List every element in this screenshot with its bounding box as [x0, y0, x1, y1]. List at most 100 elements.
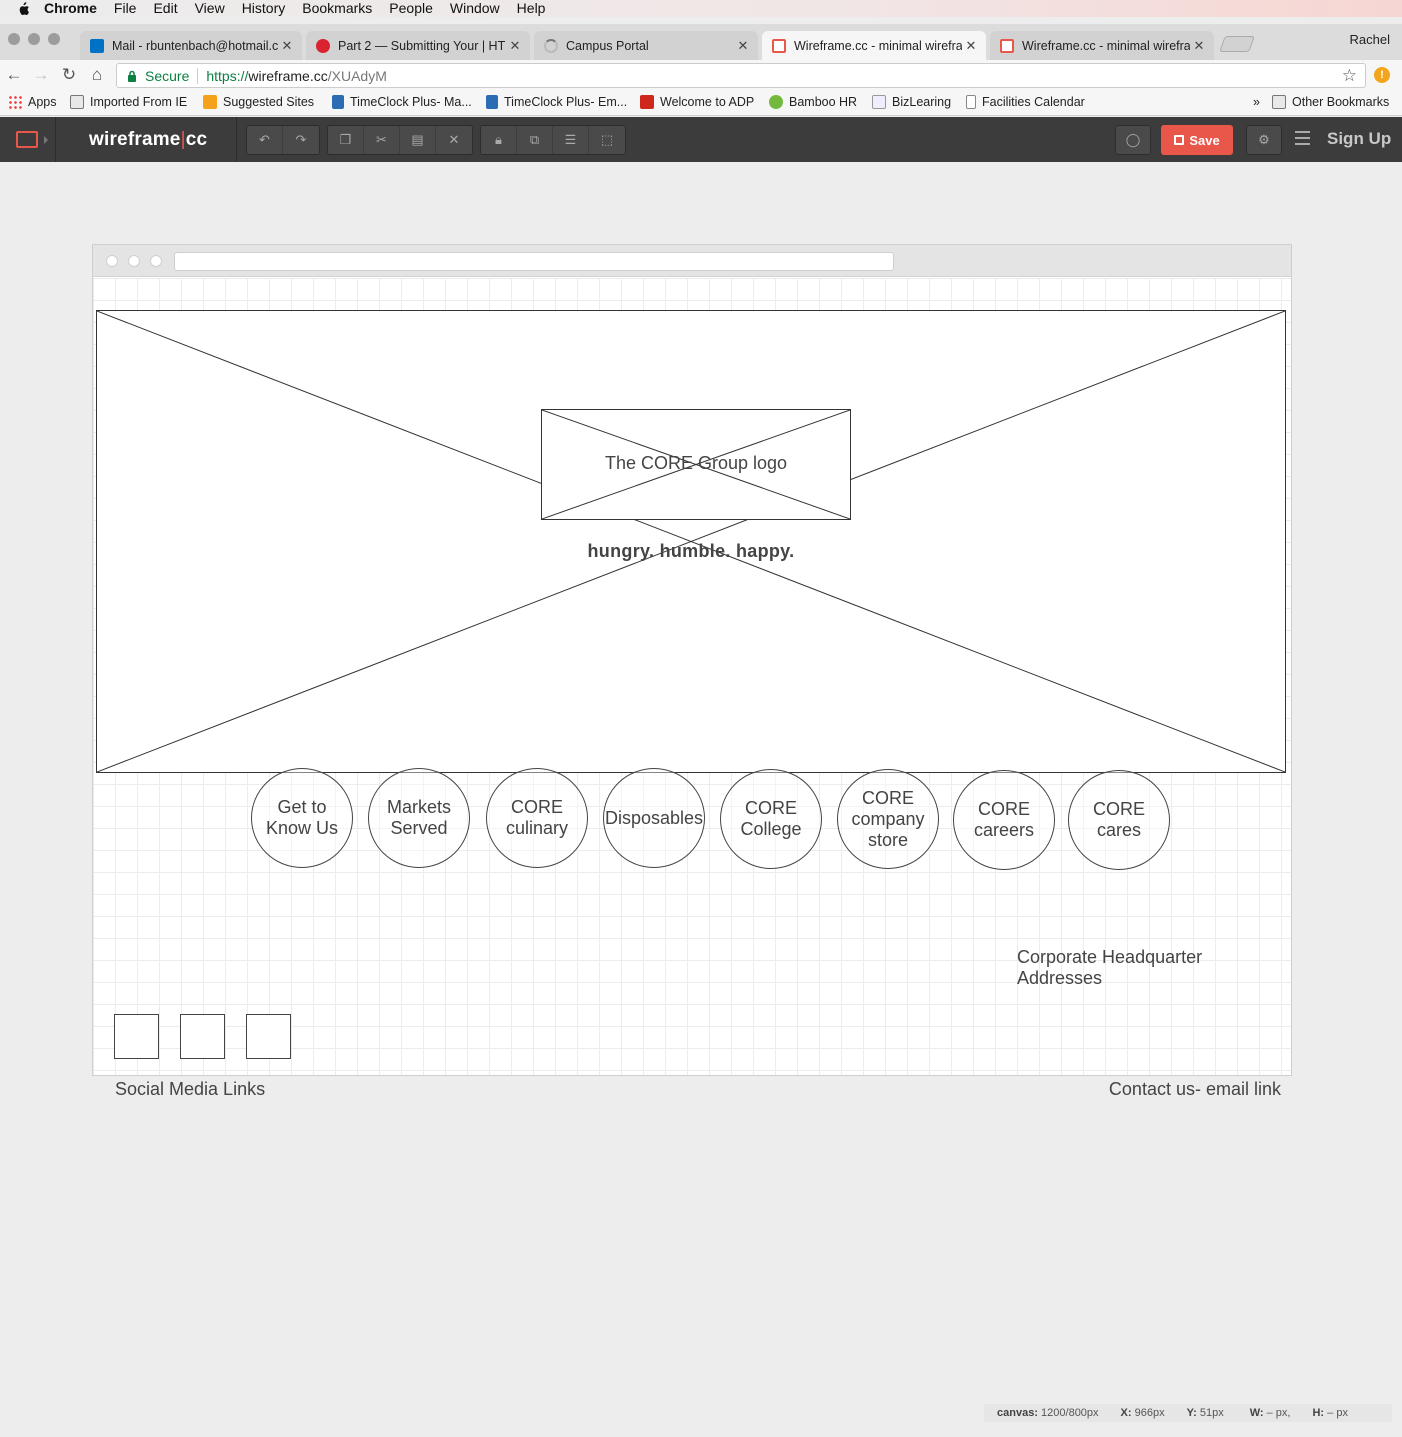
bookmark-timeclock-ma[interactable]: TimeClock Plus- Ma... — [332, 95, 472, 109]
nav-circle-core-company-store[interactable]: CORE company store — [837, 769, 939, 869]
bookmark-label: Apps — [28, 95, 57, 109]
wireframe-favicon-icon — [1000, 38, 1014, 53]
nav-circle-core-college[interactable]: CORE College — [720, 769, 822, 869]
bookmark-timeclock-em[interactable]: TimeClock Plus- Em... — [486, 95, 627, 109]
bookmark-bamboo-hr[interactable]: Bamboo HR — [769, 95, 857, 109]
bookmark-facilities-calendar[interactable]: Facilities Calendar — [966, 95, 1085, 109]
secure-label: Secure — [145, 67, 190, 84]
apple-icon[interactable] — [16, 1, 30, 16]
reload-icon[interactable]: ↻ — [60, 66, 78, 84]
wireframe-browser-frame: The CORE Group logo hungry. humble. happ… — [92, 244, 1292, 1099]
browser-tab-campus-portal[interactable]: Campus Portal ✕ — [534, 31, 758, 60]
timeclock-icon — [332, 95, 344, 109]
social-media-placeholder[interactable] — [114, 1014, 159, 1059]
macos-menubar: Chrome File Edit View History Bookmarks … — [0, 0, 1402, 17]
forward-arrow-icon[interactable]: → — [32, 66, 50, 84]
close-tab-icon[interactable]: ✕ — [506, 38, 524, 54]
cut-icon[interactable]: ✂ — [364, 126, 400, 154]
bookmark-imported-from-ie[interactable]: Imported From IE — [70, 95, 187, 109]
folder-icon — [70, 95, 84, 109]
bookmark-label: Welcome to ADP — [660, 95, 755, 109]
menu-file[interactable]: File — [114, 0, 137, 17]
paste-icon[interactable]: ▤ — [400, 126, 436, 154]
menu-help[interactable]: Help — [517, 0, 546, 17]
menu-bookmarks[interactable]: Bookmarks — [302, 0, 372, 17]
bookmark-star-icon[interactable]: ☆ — [1342, 66, 1357, 86]
app-header: wireframe|cc ↶ ↷ ❐ ✂ ▤ ✕ 🔒︎ ⧉ ☰ ⬚ ◯ Save… — [0, 117, 1402, 162]
nav-circle-label: CORE College — [740, 798, 802, 839]
bookmark-label: BizLearing — [892, 95, 952, 109]
nav-circle-core-careers[interactable]: CORE careers — [953, 770, 1055, 870]
menu-app-name[interactable]: Chrome — [44, 0, 97, 17]
menu-view[interactable]: View — [195, 0, 225, 17]
site-favicon-icon — [316, 38, 330, 53]
nav-circle-label: CORE company store — [851, 787, 925, 850]
url-scheme: https:// — [206, 67, 249, 84]
address-bar[interactable]: Secure https://wireframe.cc/XUAdyM ☆ — [116, 63, 1366, 88]
redo-icon[interactable]: ↷ — [283, 126, 319, 154]
nav-circle-markets-served[interactable]: Markets Served — [368, 768, 470, 868]
nav-circle-get-to-know-us[interactable]: Get to Know Us — [251, 768, 353, 868]
page-menu-button[interactable] — [0, 117, 56, 162]
bookmarks-overflow-button[interactable]: » — [1253, 95, 1260, 109]
headquarters-address-text[interactable]: Corporate Headquarter Addresses — [1017, 947, 1237, 989]
cursor-x-readout: X: 966px — [1120, 1407, 1165, 1419]
browser-tab-mail[interactable]: Mail - rbuntenbach@hotmail.co ✕ — [80, 31, 302, 60]
tab-title: Wireframe.cc - minimal wirefra — [1022, 38, 1190, 53]
nav-circle-core-culinary[interactable]: CORE culinary — [486, 768, 588, 868]
window-close-button[interactable] — [8, 33, 20, 45]
sign-up-link[interactable]: Sign Up — [1327, 129, 1391, 149]
nav-circle-disposables[interactable]: Disposables — [603, 768, 705, 868]
bookmark-adp[interactable]: Welcome to ADP — [640, 95, 754, 109]
back-arrow-icon[interactable]: ← — [5, 66, 23, 84]
home-icon[interactable]: ⌂ — [88, 66, 106, 84]
social-media-placeholder[interactable] — [246, 1014, 291, 1059]
extension-alert-icon[interactable]: ! — [1374, 67, 1390, 83]
close-tab-icon[interactable]: ✕ — [734, 38, 752, 54]
delete-icon[interactable]: ✕ — [436, 126, 472, 154]
gear-icon: ⚙ — [1258, 132, 1270, 147]
browser-tab-wireframe-2[interactable]: Wireframe.cc - minimal wirefra ✕ — [990, 31, 1214, 60]
menu-people[interactable]: People — [389, 0, 433, 17]
bookmark-apps[interactable]: Apps — [8, 95, 57, 109]
profile-name[interactable]: Rachel — [1350, 32, 1390, 47]
settings-button[interactable]: ⚙ — [1246, 125, 1282, 155]
width-readout: W: – px, — [1249, 1407, 1291, 1419]
logo-image-placeholder[interactable]: The CORE Group logo — [541, 409, 851, 520]
close-tab-icon[interactable]: ✕ — [278, 38, 296, 54]
copy-icon[interactable]: ❐ — [328, 126, 364, 154]
bookmark-other-bookmarks[interactable]: Other Bookmarks — [1272, 95, 1389, 109]
nav-circle-core-cares[interactable]: CORE cares — [1068, 770, 1170, 870]
contact-us-label[interactable]: Contact us- email link — [1109, 1079, 1281, 1100]
hero-image-placeholder[interactable]: The CORE Group logo hungry. humble. happ… — [96, 310, 1286, 773]
menu-edit[interactable]: Edit — [153, 0, 177, 17]
app-brand[interactable]: wireframe|cc — [89, 129, 207, 151]
comment-button[interactable]: ◯ — [1115, 125, 1151, 155]
social-media-label[interactable]: Social Media Links — [115, 1079, 265, 1100]
bookmark-bizlearing[interactable]: BizLearing — [872, 95, 951, 109]
browser-tab-part2[interactable]: Part 2 — Submitting Your | HTML ✕ — [306, 31, 530, 60]
undo-icon[interactable]: ↶ — [247, 126, 283, 154]
close-tab-icon[interactable]: ✕ — [962, 38, 980, 54]
save-button[interactable]: Save — [1161, 125, 1233, 155]
bookmark-suggested-sites[interactable]: Suggested Sites — [203, 95, 314, 109]
logo-label: The CORE Group logo — [604, 453, 788, 473]
lock-icon — [128, 70, 136, 82]
new-tab-button[interactable] — [1219, 36, 1255, 52]
window-zoom-button[interactable] — [48, 33, 60, 45]
bookmark-label: TimeClock Plus- Em... — [504, 95, 628, 109]
canvas-grid[interactable]: The CORE Group logo hungry. humble. happ… — [93, 278, 1291, 1099]
cursor-y-readout: Y: 51px — [1186, 1407, 1224, 1419]
menu-history[interactable]: History — [242, 0, 286, 17]
hamburger-menu-icon[interactable] — [1295, 131, 1310, 147]
window-minimize-button[interactable] — [28, 33, 40, 45]
close-tab-icon[interactable]: ✕ — [1190, 38, 1208, 54]
bring-to-front-icon[interactable]: ⧉ — [517, 126, 553, 154]
frame-url-bar — [174, 252, 894, 271]
select-all-icon[interactable]: ⬚ — [589, 126, 625, 154]
browser-tab-wireframe-active[interactable]: Wireframe.cc - minimal wirefra ✕ — [762, 31, 986, 60]
menu-window[interactable]: Window — [450, 0, 500, 17]
social-media-placeholder[interactable] — [180, 1014, 225, 1059]
align-icon[interactable]: ☰ — [553, 126, 589, 154]
lock-icon[interactable]: 🔒︎ — [481, 126, 517, 154]
